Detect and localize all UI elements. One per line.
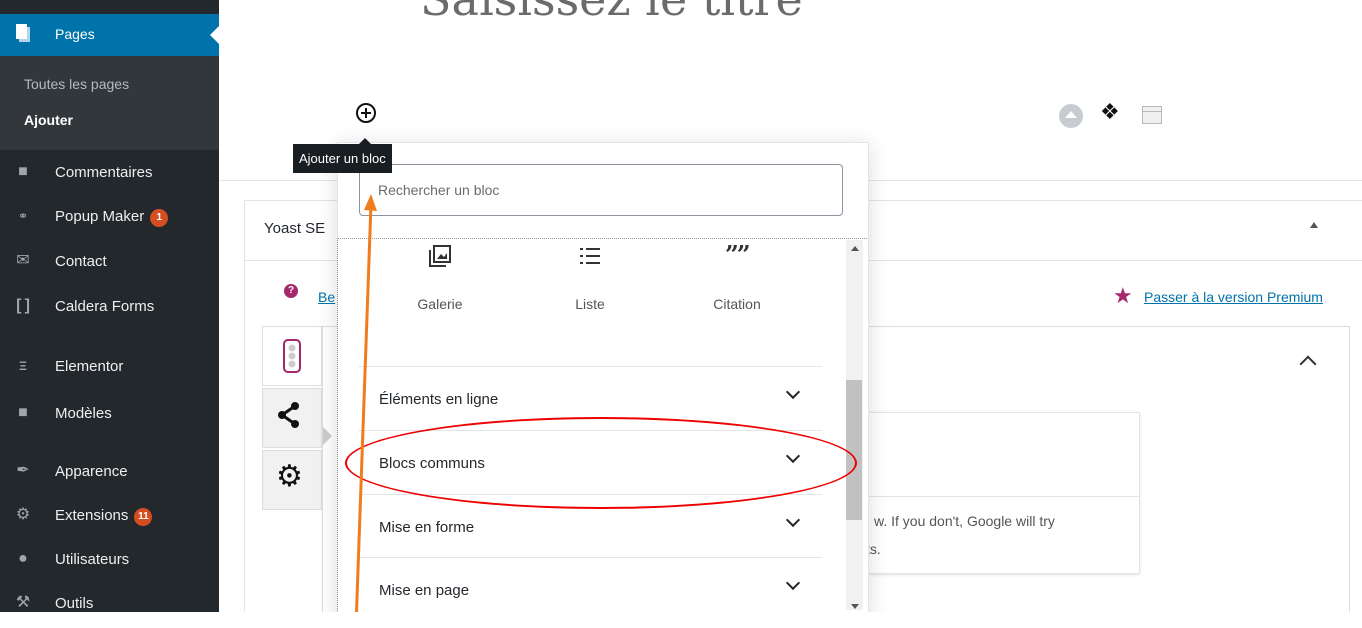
elementor-icon: Ξ [19,359,27,373]
gallery-icon [429,245,451,267]
tab-seo-traffic-light[interactable] [262,326,322,386]
sidebar-item-label: Modèles [55,405,112,422]
submenu-add-new[interactable]: Ajouter [24,112,73,128]
gear-icon: ⚙ [276,460,303,493]
sidebar-item-caldera-forms[interactable]: [ ] Caldera Forms [0,290,219,324]
sidebar-item-label: Contact [55,253,107,270]
sidebar-item-elementor[interactable]: Ξ Elementor [0,350,219,384]
chevron-down-icon [785,512,801,528]
sidebar-item-appearance[interactable]: ✒ Apparence [0,455,219,489]
bird-icon[interactable]: ❖ [1100,99,1120,125]
plus-circle-icon [356,103,376,123]
arrow-up-icon[interactable] [1059,104,1083,128]
list-icon [580,248,600,264]
sidebar-item-label: Pages [55,26,95,42]
update-badge: 1 [150,209,169,227]
submenu-all-pages[interactable]: Toutes les pages [24,76,129,92]
yoast-tabs: ⚙ [262,326,322,512]
sidebar-item-label: Commentaires [55,164,153,181]
bottom-margin [0,612,1362,628]
wrench-icon: ⚒ [15,594,31,611]
category-layout[interactable]: Mise en page [358,557,822,620]
snippet-preview-card [864,412,1140,574]
category-label: Mise en page [379,582,470,599]
sidebar-item-users[interactable]: ● Utilisateurs [0,543,219,577]
scrollbar-thumb[interactable] [846,380,862,520]
chevron-down-icon [785,575,801,591]
quote-icon: ”” [725,240,751,269]
layout-icon[interactable] [1142,106,1162,124]
page-icon [16,24,30,42]
post-title-input[interactable]: Saisissez le titre [420,0,803,26]
block-gallery[interactable]: Galerie [380,296,500,312]
yoast-title: Yoast SE [264,220,326,237]
sidebar-item-label: Utilisateurs [55,551,130,568]
sidebar-item-label: Apparence [55,463,128,480]
add-block-tooltip: Ajouter un bloc [293,138,392,173]
snippet-text: w. If you don't, Google will try [874,513,1055,529]
sidebar-item-label: Elementor [55,358,124,375]
mail-icon: ✉ [16,252,30,269]
brush-icon: ✒ [16,462,30,479]
plug-icon: ⚙ [15,506,31,523]
block-quote[interactable]: Citation [677,296,797,312]
traffic-light-icon [283,339,301,373]
sidebar-item-label: Outils [55,595,94,612]
block-search-field[interactable] [359,164,843,216]
help-link[interactable]: Be [318,289,335,305]
share-icon [278,402,299,428]
sidebar-item-templates[interactable]: ■ Modèles [0,397,219,431]
help-icon[interactable]: ? [284,284,298,298]
sidebar-item-label: Extensions 11 [55,507,153,526]
folder-icon: ■ [18,404,28,421]
sidebar-item-label: Caldera Forms [55,298,155,315]
premium-link[interactable]: Passer à la version Premium [1144,289,1323,305]
highlight-ellipse [345,417,857,509]
sidebar-item-popup-maker[interactable]: ⚭ Popup Maker 1 [0,200,219,234]
star-icon: ★ [1113,283,1133,308]
tab-settings[interactable]: ⚙ [262,450,322,510]
block-list-item[interactable]: Liste [530,296,650,312]
add-block-button[interactable] [350,97,380,127]
collapse-caret-icon[interactable] [1310,222,1318,228]
caldera-icon: [ ] [16,297,30,314]
tab-social[interactable] [262,388,322,448]
block-search-input[interactable] [376,181,820,199]
sidebar-item-label: Popup Maker 1 [55,208,169,227]
chevron-down-icon [785,384,801,400]
scroll-down-arrow-icon[interactable] [851,604,859,609]
popup-icon: ⚭ [17,209,29,223]
comment-icon: ■ [18,163,28,180]
update-badge: 11 [134,508,153,526]
sidebar-item-contact[interactable]: ✉ Contact [0,245,219,279]
user-icon: ● [18,550,28,567]
sidebar-item-comments[interactable]: ■ Commentaires [0,156,219,190]
category-label: Éléments en ligne [379,391,499,408]
annotation-arrow [354,194,377,627]
category-label: Mise en forme [379,519,475,536]
scroll-up-arrow-icon[interactable] [851,246,859,251]
sidebar-item-pages[interactable]: Pages [0,14,219,56]
sidebar-item-extensions[interactable]: ⚙ Extensions 11 [0,499,219,533]
pages-submenu: Toutes les pages Ajouter [0,56,219,150]
admin-sidebar: Pages Toutes les pages Ajouter ■ Comment… [0,0,219,612]
